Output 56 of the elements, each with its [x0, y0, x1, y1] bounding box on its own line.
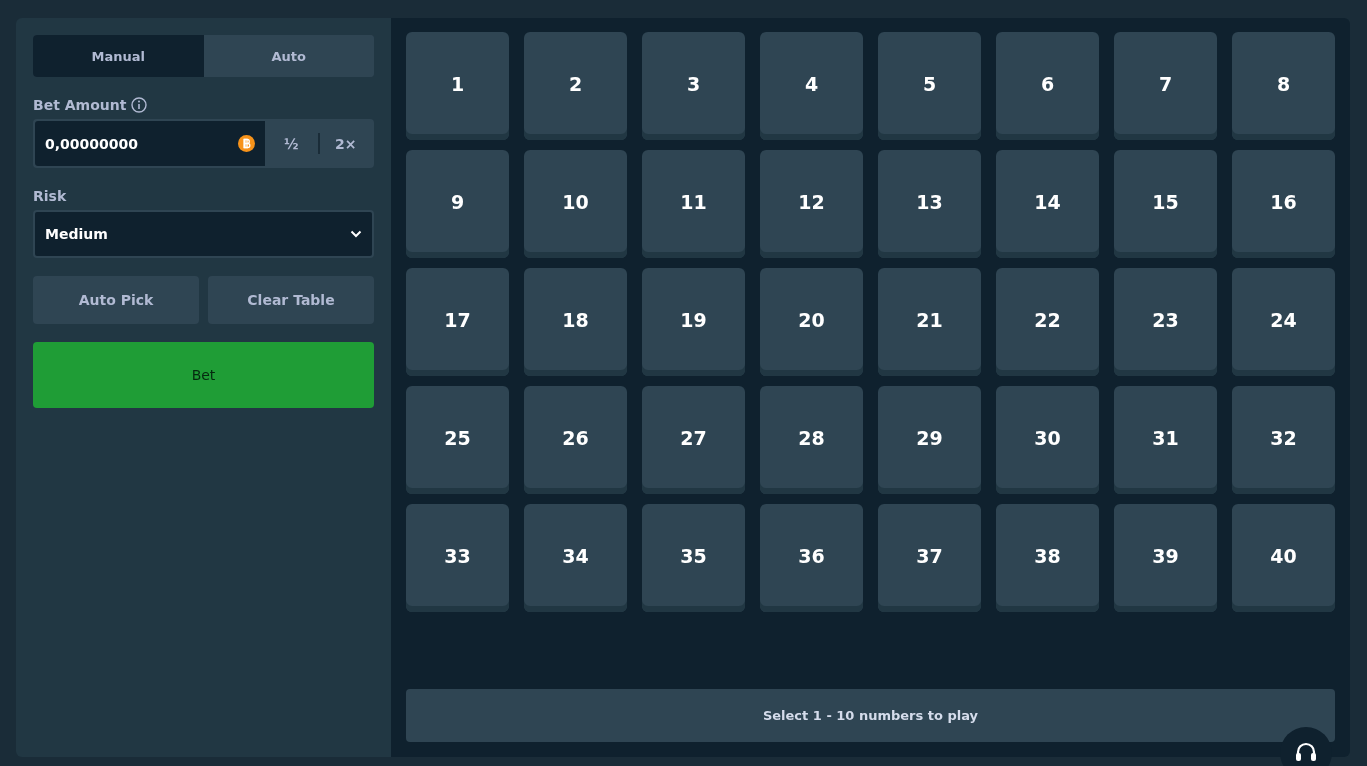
number-tile[interactable]: 17: [406, 268, 509, 376]
number-tile[interactable]: 13: [878, 150, 981, 258]
number-tile[interactable]: 14: [996, 150, 1099, 258]
number-tile[interactable]: 24: [1232, 268, 1335, 376]
double-button[interactable]: 2×: [319, 121, 372, 166]
mode-tab[interactable]: Manual: [33, 35, 204, 77]
number-tile[interactable]: 2: [524, 32, 627, 140]
bitcoin-icon: [238, 135, 255, 152]
bet-button[interactable]: Bet: [33, 342, 374, 408]
action-button[interactable]: Auto Pick: [33, 276, 199, 324]
number-tile[interactable]: 31: [1114, 386, 1217, 494]
number-tile[interactable]: 8: [1232, 32, 1335, 140]
number-tile[interactable]: 26: [524, 386, 627, 494]
number-tile[interactable]: 28: [760, 386, 863, 494]
number-tile[interactable]: 32: [1232, 386, 1335, 494]
headset-icon: [1294, 741, 1318, 763]
field-label: Bet Amount: [33, 97, 127, 113]
number-tile[interactable]: 12: [760, 150, 863, 258]
number-tile[interactable]: 35: [642, 504, 745, 612]
number-tile[interactable]: 37: [878, 504, 981, 612]
number-tile[interactable]: 4: [760, 32, 863, 140]
number-tile[interactable]: 18: [524, 268, 627, 376]
bet-amount-input[interactable]: 0,00000000: [35, 121, 265, 166]
chevron-down-icon: [350, 230, 362, 238]
risk-select[interactable]: Medium: [33, 210, 374, 258]
number-tile[interactable]: 23: [1114, 268, 1217, 376]
number-tile[interactable]: 30: [996, 386, 1099, 494]
field-label: Risk: [33, 188, 67, 204]
number-tile[interactable]: 19: [642, 268, 745, 376]
number-tile[interactable]: 34: [524, 504, 627, 612]
number-tile[interactable]: 5: [878, 32, 981, 140]
number-tile[interactable]: 7: [1114, 32, 1217, 140]
number-tile[interactable]: 36: [760, 504, 863, 612]
status-message: Select 1 - 10 numbers to play: [406, 689, 1335, 742]
number-tile[interactable]: 16: [1232, 150, 1335, 258]
action-button[interactable]: Clear Table: [208, 276, 374, 324]
number-tile[interactable]: 9: [406, 150, 509, 258]
number-tile[interactable]: 6: [996, 32, 1099, 140]
number-tile[interactable]: 10: [524, 150, 627, 258]
number-tile[interactable]: 1: [406, 32, 509, 140]
number-tile[interactable]: 25: [406, 386, 509, 494]
half-button[interactable]: ½: [265, 121, 318, 166]
number-tile[interactable]: 22: [996, 268, 1099, 376]
number-tile[interactable]: 38: [996, 504, 1099, 612]
number-tile[interactable]: 29: [878, 386, 981, 494]
number-tile[interactable]: 20: [760, 268, 863, 376]
number-tile[interactable]: 11: [642, 150, 745, 258]
number-tile[interactable]: 15: [1114, 150, 1217, 258]
number-tile[interactable]: 3: [642, 32, 745, 140]
info-icon[interactable]: [131, 97, 148, 113]
number-tile[interactable]: 27: [642, 386, 745, 494]
number-tile[interactable]: 33: [406, 504, 509, 612]
number-tile[interactable]: 39: [1114, 504, 1217, 612]
number-tile[interactable]: 21: [878, 268, 981, 376]
number-tile[interactable]: 40: [1232, 504, 1335, 612]
bet-amount-value: 0,00000000: [45, 135, 138, 152]
